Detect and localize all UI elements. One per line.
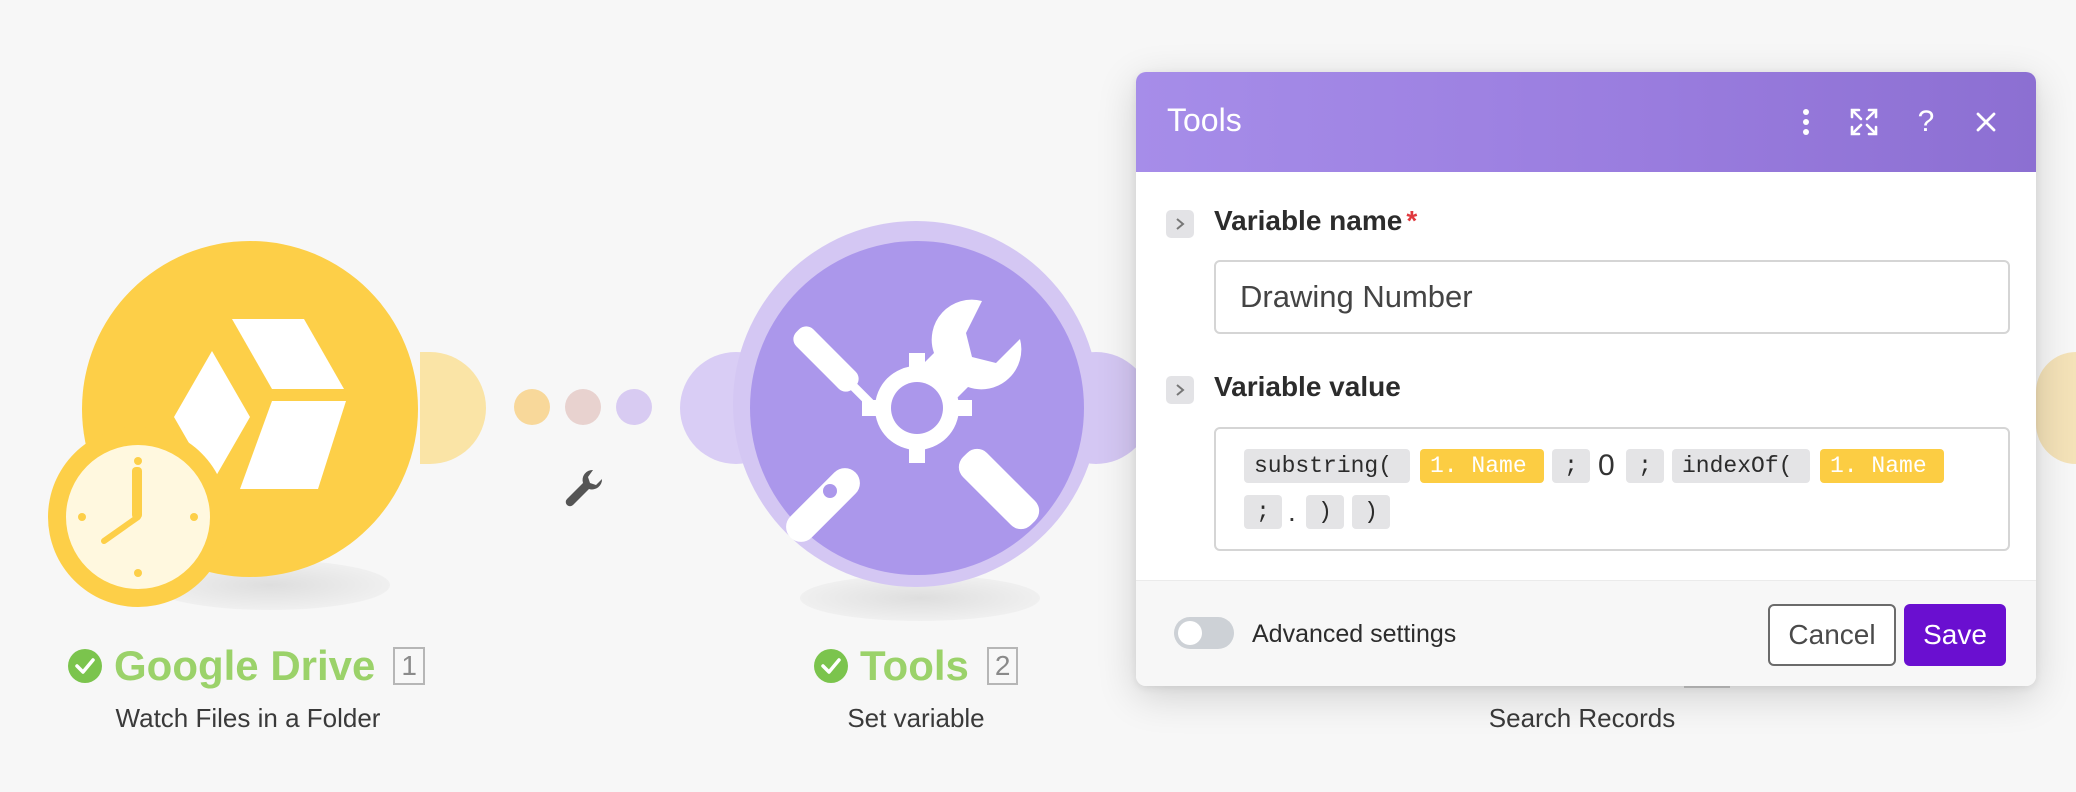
module-label-tools[interactable]: Tools 2 bbox=[814, 642, 1019, 690]
route-dot[interactable] bbox=[616, 389, 652, 425]
tools-icon bbox=[786, 299, 1040, 542]
module-action-label: Search Records bbox=[1488, 703, 1676, 733]
check-icon bbox=[68, 649, 102, 683]
separator-token[interactable]: ; bbox=[1244, 495, 1282, 529]
module-app-name: Tools bbox=[860, 642, 969, 689]
function-token[interactable]: substring( bbox=[1244, 449, 1410, 483]
help-icon[interactable]: ? bbox=[1906, 102, 1946, 142]
variable-name-label: Variable name * bbox=[1214, 205, 1418, 236]
advanced-settings-toggle[interactable] bbox=[1174, 617, 1234, 649]
more-vert-icon[interactable] bbox=[1786, 102, 1826, 142]
module-number-badge: 1 bbox=[393, 647, 425, 685]
close-paren-token[interactable]: ) bbox=[1352, 495, 1390, 529]
wrench-icon[interactable] bbox=[560, 464, 608, 512]
dialog-title: Tools bbox=[1167, 102, 1242, 138]
expand-field-toggle[interactable] bbox=[1166, 376, 1194, 404]
literal-text: 0 bbox=[1598, 449, 1615, 482]
expand-field-toggle[interactable] bbox=[1166, 210, 1194, 238]
save-button[interactable]: Save bbox=[1904, 604, 2006, 666]
separator-token[interactable]: ; bbox=[1626, 449, 1664, 483]
variable-name-input[interactable] bbox=[1214, 260, 2010, 334]
mapped-variable-token[interactable]: 1. Name bbox=[1420, 449, 1544, 483]
module-number-badge: 2 bbox=[986, 647, 1019, 685]
module-app-name: Google Drive bbox=[114, 642, 376, 689]
advanced-settings-label: Advanced settings bbox=[1252, 620, 1457, 648]
separator-token[interactable]: ; bbox=[1552, 449, 1590, 483]
literal-text: . bbox=[1288, 496, 1296, 527]
cancel-button[interactable]: Cancel bbox=[1768, 604, 1896, 666]
chevron-right-icon bbox=[1176, 384, 1185, 396]
dialog-header: Tools ? bbox=[1136, 72, 2036, 172]
tools-settings-dialog: Tools ? Variable name* Variable value su… bbox=[1136, 72, 2036, 686]
function-token[interactable]: indexOf( bbox=[1672, 449, 1810, 483]
module-label-google-drive[interactable]: Google Drive 1 bbox=[68, 642, 425, 690]
close-paren-token[interactable]: ) bbox=[1306, 495, 1344, 529]
route-dot[interactable] bbox=[565, 389, 601, 425]
mapped-variable-token[interactable]: 1. Name bbox=[1820, 449, 1944, 483]
close-icon[interactable] bbox=[1966, 102, 2006, 142]
expand-icon[interactable] bbox=[1844, 102, 1884, 142]
check-icon bbox=[814, 649, 848, 683]
tools-module[interactable] bbox=[750, 241, 1084, 575]
clock-icon bbox=[66, 445, 210, 589]
module-action-label: Watch Files in a Folder bbox=[115, 703, 381, 733]
chevron-right-icon bbox=[1176, 218, 1185, 230]
module-action-label: Set variable bbox=[847, 703, 985, 733]
toggle-knob bbox=[1178, 621, 1202, 645]
route-dot[interactable] bbox=[514, 389, 550, 425]
variable-value-editor[interactable]: substring( 1. Name ; 0 ; indexOf( 1. Nam… bbox=[1214, 427, 2010, 551]
variable-value-label: Variable value bbox=[1214, 371, 1401, 402]
required-marker: * bbox=[1406, 205, 1418, 236]
